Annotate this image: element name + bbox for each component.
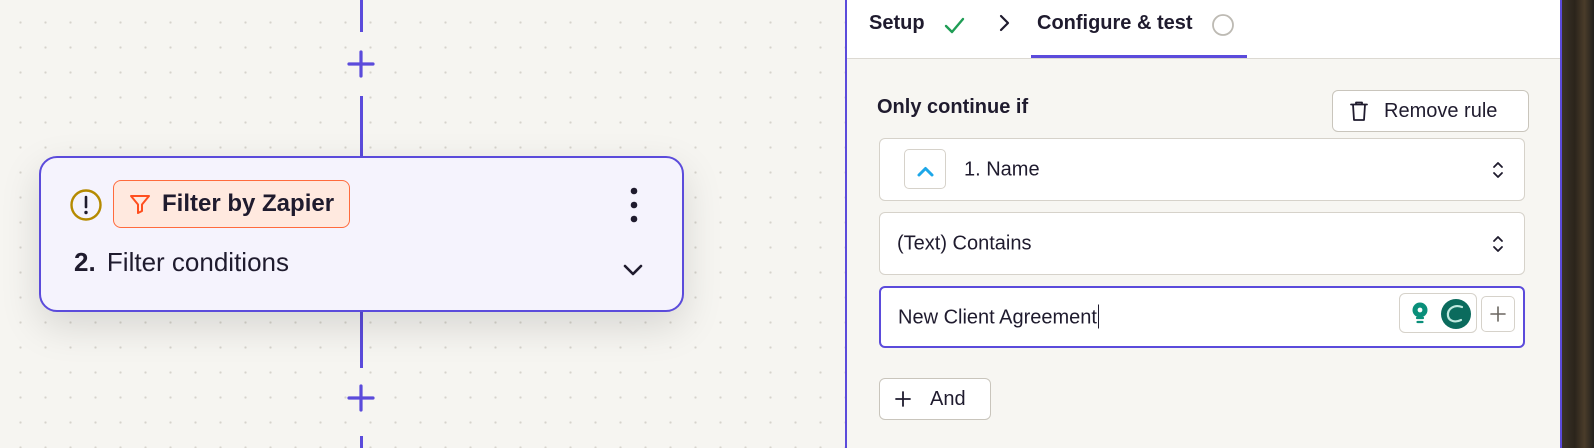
workflow-canvas[interactable]: Filter by Zapier 2. Filter conditions bbox=[0, 0, 845, 448]
chevron-down-icon[interactable] bbox=[619, 256, 647, 284]
updown-chevron-icon bbox=[1493, 161, 1503, 178]
ai-suggestions[interactable] bbox=[1399, 293, 1477, 333]
chevron-up-app-icon bbox=[917, 167, 934, 177]
condition-select-value: (Text) Contains bbox=[897, 232, 1032, 254]
condition-select[interactable]: (Text) Contains bbox=[879, 212, 1525, 275]
value-input[interactable]: New Client Agreement bbox=[879, 286, 1525, 348]
tab-configure-test[interactable]: Configure & test bbox=[1037, 12, 1193, 35]
step-tabs: Setup Configure & test bbox=[847, 0, 1560, 59]
text-cursor bbox=[1097, 304, 1100, 329]
active-tab-indicator bbox=[1031, 55, 1247, 58]
connector-line bbox=[360, 0, 363, 32]
circle-icon bbox=[1212, 14, 1234, 36]
connector-line bbox=[360, 96, 363, 156]
connector-line bbox=[360, 436, 363, 448]
app-badge[interactable]: Filter by Zapier bbox=[113, 180, 351, 228]
chevron-right-icon bbox=[999, 14, 1010, 32]
plus-icon bbox=[1490, 306, 1506, 322]
trigger-app-icon bbox=[904, 149, 946, 189]
connector-line bbox=[360, 312, 363, 368]
check-icon bbox=[944, 17, 965, 34]
and-button-label: And bbox=[930, 387, 966, 410]
insert-data-button[interactable] bbox=[1481, 296, 1515, 332]
value-input-text: New Client Agreement bbox=[898, 304, 1100, 330]
add-and-condition-button[interactable]: And bbox=[879, 378, 991, 420]
rule-heading: Only continue if bbox=[877, 96, 1029, 118]
remove-rule-button[interactable]: Remove rule bbox=[1332, 90, 1529, 132]
tab-setup[interactable]: Setup bbox=[869, 12, 925, 35]
desktop-background bbox=[1562, 0, 1594, 448]
more-vertical-icon[interactable] bbox=[626, 184, 642, 226]
updown-chevron-icon bbox=[1493, 235, 1503, 252]
filter-step-node[interactable]: Filter by Zapier 2. Filter conditions bbox=[39, 156, 684, 312]
step-title: 2. Filter conditions bbox=[74, 247, 289, 278]
remove-rule-label: Remove rule bbox=[1384, 99, 1498, 122]
lightbulb-icon[interactable] bbox=[1409, 301, 1431, 327]
field-select-value: 1. Name bbox=[964, 158, 1040, 180]
plus-icon bbox=[895, 391, 911, 407]
step-name: Filter conditions bbox=[106, 247, 289, 277]
step-config-panel: Setup Configure & test Only continue if … bbox=[845, 0, 1562, 448]
step-number: 2. bbox=[74, 247, 96, 277]
trash-icon bbox=[1350, 101, 1368, 121]
add-step-icon[interactable] bbox=[346, 49, 376, 79]
filter-icon bbox=[130, 195, 150, 214]
ai-assistant-icon[interactable] bbox=[1440, 298, 1472, 330]
app-name: Filter by Zapier bbox=[162, 190, 335, 217]
field-select[interactable]: 1. Name bbox=[879, 138, 1525, 201]
add-step-icon[interactable] bbox=[346, 383, 376, 413]
warning-icon bbox=[70, 189, 102, 221]
